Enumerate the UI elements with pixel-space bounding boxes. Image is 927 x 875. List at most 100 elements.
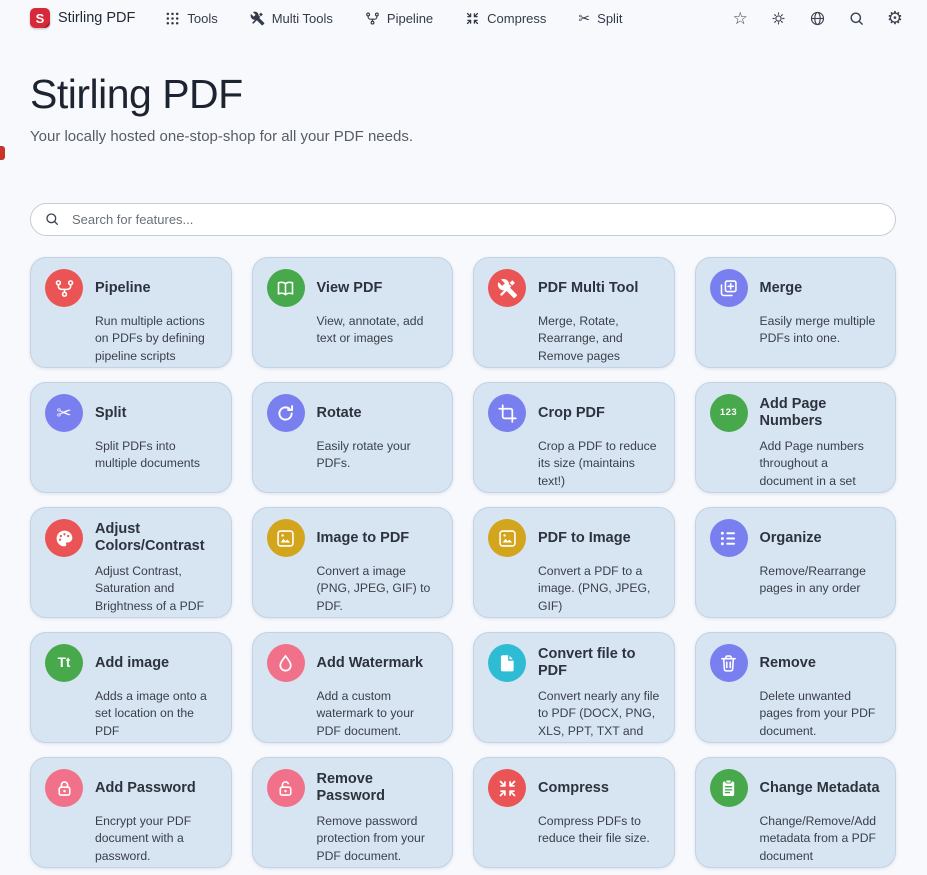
card-header: Image to PDF <box>267 519 439 557</box>
page-subtitle: Your locally hosted one-stop-shop for al… <box>30 126 896 147</box>
nav-menu: Tools Multi Tools Pipeline Compress ✂Split <box>165 11 622 26</box>
card-add-password[interactable]: Add Password Encrypt your PDF document wi… <box>30 757 232 868</box>
card-organize[interactable]: Organize Remove/Rearrange pages in any or… <box>695 507 897 618</box>
card-title: Change Metadata <box>760 780 880 797</box>
favorites-button[interactable]: ☆ <box>733 10 748 27</box>
scissors-icon: ✂ <box>578 11 590 25</box>
card-header: Compress <box>488 769 660 807</box>
scissors-icon: ✂ <box>45 394 83 432</box>
card-convert-file-to-pdf[interactable]: Convert file to PDFConvert nearly any fi… <box>473 632 675 743</box>
card-title: Organize <box>760 530 822 547</box>
logo-letter: S <box>36 11 45 26</box>
card-add-page-numbers[interactable]: 123Add Page Numbers Add Page numbers thro… <box>695 382 897 493</box>
nav-item-compress[interactable]: Compress <box>465 11 546 26</box>
card-merge[interactable]: MergeEasily merge multiple PDFs into one… <box>695 257 897 368</box>
card-header: TtAdd image <box>45 644 217 682</box>
compress-icon <box>488 769 526 807</box>
card-adjust-colors-contrast[interactable]: Adjust Colors/ContrastAdjust Contrast, S… <box>30 507 232 618</box>
card-description: Merge, Rotate, Rearrange, and Remove pag… <box>538 313 660 365</box>
image-icon <box>267 519 305 557</box>
merge-icon <box>710 269 748 307</box>
nav-item-pipeline[interactable]: Pipeline <box>365 11 433 26</box>
nav-item-split[interactable]: ✂Split <box>578 11 622 26</box>
card-description: Encrypt your PDF document with a passwor… <box>95 813 217 865</box>
card-description: Remove password protection from your PDF… <box>317 813 439 865</box>
card-image-to-pdf[interactable]: Image to PDF Convert a image (PNG, JPEG, … <box>252 507 454 618</box>
nav-item-label: Pipeline <box>387 11 433 26</box>
card-description: Remove/Rearrange pages in any order <box>760 563 882 598</box>
card-change-metadata[interactable]: Change Metadata Change/Remove/Add metadat… <box>695 757 897 868</box>
card-description: View, annotate, add text or images <box>317 313 439 348</box>
card-add-watermark[interactable]: Add WatermarkAdd a custom watermark to y… <box>252 632 454 743</box>
card-title: PDF to Image <box>538 530 631 547</box>
card-description: Compress PDFs to reduce their file size. <box>538 813 660 848</box>
theme-toggle-button[interactable] <box>770 10 787 27</box>
card-add-image[interactable]: TtAdd image Adds a image onto a set locat… <box>30 632 232 743</box>
stirling-logo-icon: S <box>30 8 50 28</box>
unlock-icon <box>267 769 305 807</box>
card-header: Add Password <box>45 769 217 807</box>
card-header: Add Watermark <box>267 644 439 682</box>
card-header: Crop PDF <box>488 394 660 432</box>
brand[interactable]: S Stirling PDF <box>30 8 135 28</box>
card-remove[interactable]: RemoveDelete unwanted pages from your PD… <box>695 632 897 743</box>
language-button[interactable] <box>809 10 826 27</box>
card-title: Add Watermark <box>317 655 424 672</box>
trash-icon <box>710 644 748 682</box>
magnifier-icon <box>44 211 60 227</box>
card-split[interactable]: ✂SplitSplit PDFs into multiple documents <box>30 382 232 493</box>
card-header: 123Add Page Numbers <box>710 394 882 432</box>
palette-icon <box>45 519 83 557</box>
hammer-wrench-icon <box>488 269 526 307</box>
search-input[interactable] <box>30 203 896 236</box>
nav-item-multi-tools[interactable]: Multi Tools <box>250 11 333 26</box>
card-remove-password[interactable]: Remove PasswordRemove password protectio… <box>252 757 454 868</box>
nav-item-tools[interactable]: Tools <box>165 11 217 26</box>
list-icon <box>710 519 748 557</box>
sun-icon <box>770 10 787 27</box>
card-header: Change Metadata <box>710 769 882 807</box>
card-description: Easily rotate your PDFs. <box>317 438 439 473</box>
card-description: Crop a PDF to reduce its size (maintains… <box>538 438 660 490</box>
card-pipeline[interactable]: PipelineRun multiple actions on PDFs by … <box>30 257 232 368</box>
navbar: S Stirling PDF Tools Multi Tools Pipeline C… <box>0 0 927 34</box>
card-description: Adds a image onto a set location on the … <box>95 688 217 740</box>
card-header: Adjust Colors/Contrast <box>45 519 217 557</box>
card-header: Rotate <box>267 394 439 432</box>
image-icon <box>488 519 526 557</box>
settings-button[interactable]: ⚙ <box>887 9 903 27</box>
card-description: Convert a image (PNG, JPEG, GIF) to PDF. <box>317 563 439 615</box>
card-view-pdf[interactable]: View PDF View, annotate, add text or imag… <box>252 257 454 368</box>
main-content: Stirling PDF Your locally hosted one-sto… <box>0 71 927 868</box>
card-rotate[interactable]: Rotate Easily rotate your PDFs. <box>252 382 454 493</box>
pipeline-icon <box>365 11 380 26</box>
card-crop-pdf[interactable]: Crop PDF Crop a PDF to reduce its size (m… <box>473 382 675 493</box>
edge-marker <box>0 146 5 160</box>
feature-grid: PipelineRun multiple actions on PDFs by … <box>30 257 896 868</box>
card-header: Organize <box>710 519 882 557</box>
nav-item-label: Compress <box>487 11 546 26</box>
book-icon <box>267 269 305 307</box>
card-title: Remove <box>760 655 816 672</box>
card-header: Pipeline <box>45 269 217 307</box>
card-header: PDF to Image <box>488 519 660 557</box>
card-header: PDF Multi Tool <box>488 269 660 307</box>
clipboard-icon <box>710 769 748 807</box>
card-title: Split <box>95 405 126 422</box>
search-button[interactable] <box>848 10 865 27</box>
card-description: Convert a PDF to a image. (PNG, JPEG, GI… <box>538 563 660 615</box>
card-description: Change/Remove/Add metadata from a PDF do… <box>760 813 882 865</box>
card-compress[interactable]: Compress Compress PDFs to reduce their fi… <box>473 757 675 868</box>
card-pdf-to-image[interactable]: PDF to Image Convert a PDF to a image. (P… <box>473 507 675 618</box>
file-icon <box>488 644 526 682</box>
navbar-actions: ☆⚙ <box>733 9 903 27</box>
card-title: View PDF <box>317 280 383 297</box>
card-title: Compress <box>538 780 609 797</box>
card-header: Convert file to PDF <box>488 644 660 682</box>
card-description: Add Page numbers throughout a document i… <box>760 438 882 493</box>
nav-item-label: Multi Tools <box>272 11 333 26</box>
card-header: Merge <box>710 269 882 307</box>
card-header: View PDF <box>267 269 439 307</box>
card-pdf-multi-tool[interactable]: PDF Multi Tool Merge, Rotate, Rearrange, … <box>473 257 675 368</box>
card-title: Merge <box>760 280 803 297</box>
